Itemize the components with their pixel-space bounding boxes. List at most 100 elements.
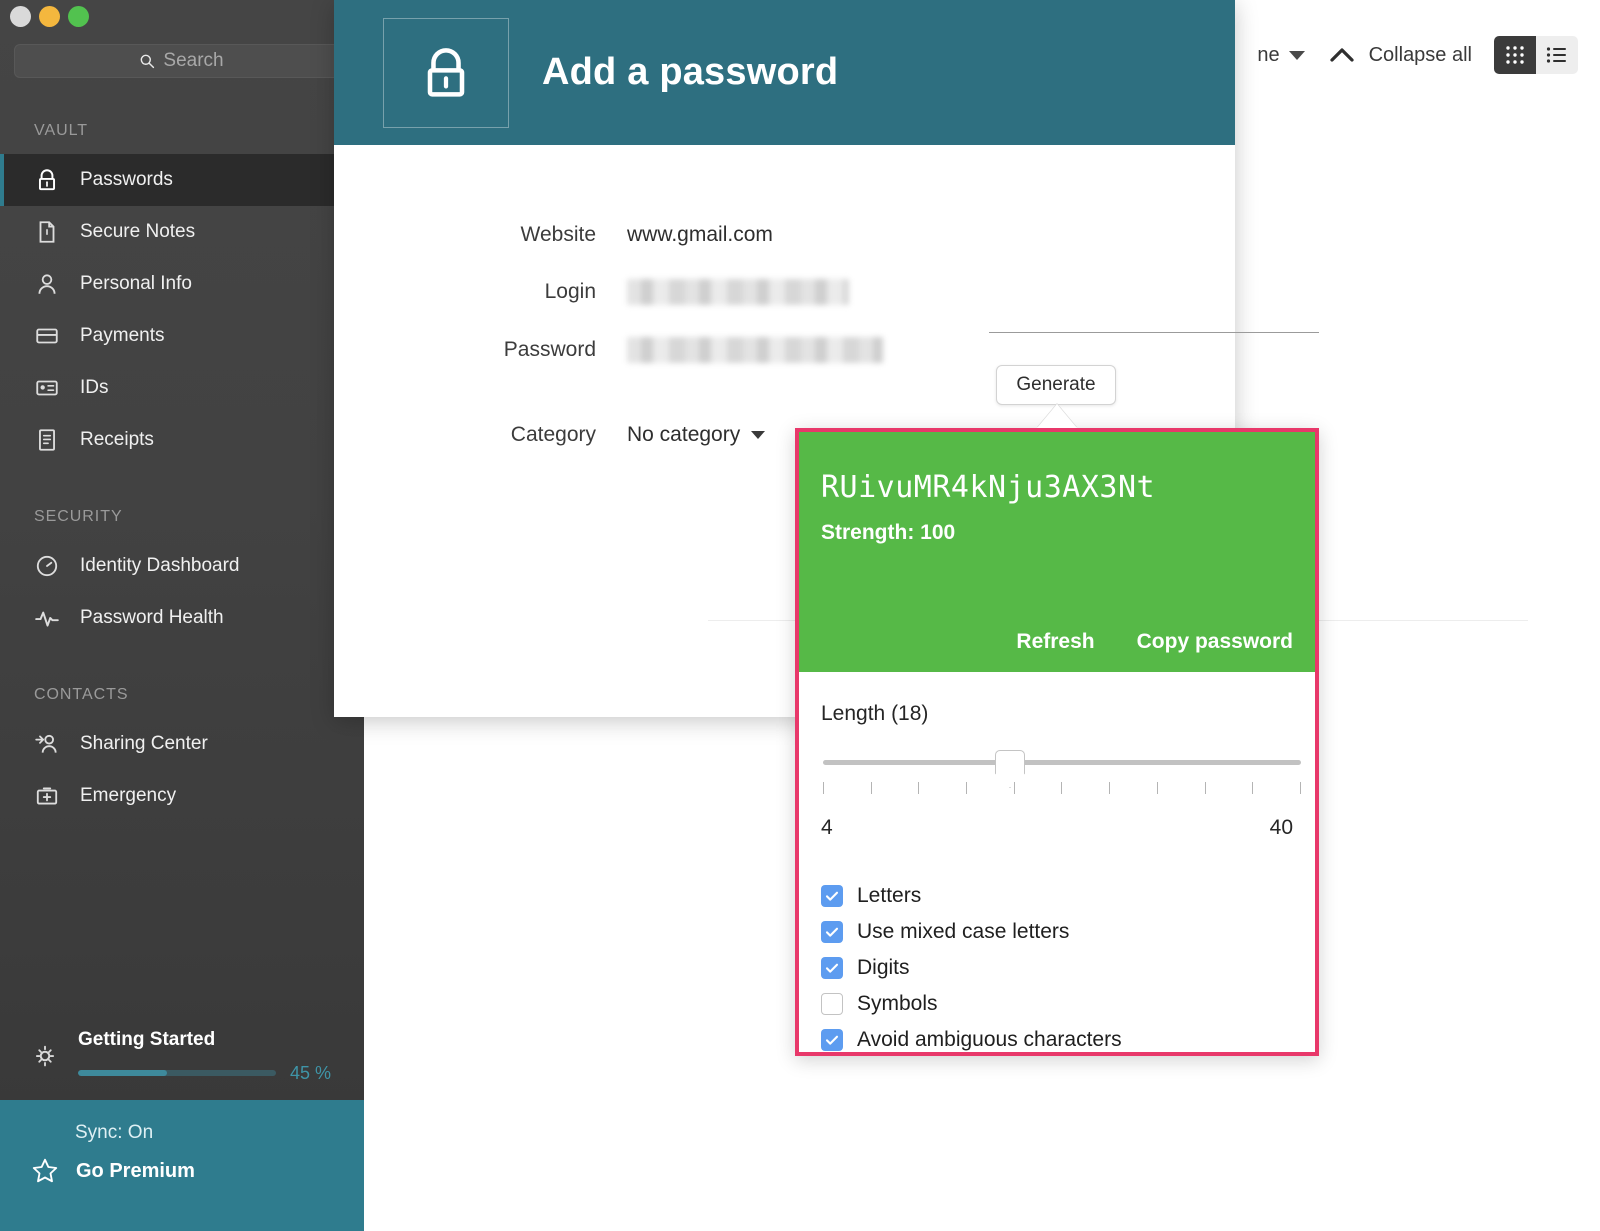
password-label: Password — [503, 338, 596, 361]
dialog-title: Add a password — [542, 51, 839, 93]
copy-password-button[interactable]: Copy password — [1137, 630, 1293, 654]
generator-option-label: Avoid ambiguous characters — [857, 1028, 1122, 1051]
password-strength: Strength: 100 — [821, 521, 956, 544]
sidebar-item-payments[interactable]: Payments — [0, 310, 364, 362]
dialog-header: Add a password — [334, 0, 1235, 145]
generator-option-label: Digits — [857, 956, 910, 979]
sidebar-item-personal-info[interactable]: Personal Info — [0, 258, 364, 310]
check-icon — [825, 927, 839, 937]
main-window: ne Collapse all Search VAULT Passwords S… — [0, 0, 1600, 1231]
premium-footer[interactable]: Sync: On Go Premium — [0, 1100, 364, 1231]
minimize-button[interactable] — [39, 6, 60, 27]
slider-tick — [1061, 782, 1063, 794]
sort-label: ne — [1257, 43, 1280, 66]
generate-button[interactable]: Generate — [996, 365, 1116, 405]
check-icon — [825, 1035, 839, 1045]
website-label: Website — [520, 223, 596, 246]
popover-pointer — [1037, 404, 1077, 428]
category-value: No category — [627, 423, 741, 446]
slider-tick — [1156, 782, 1158, 794]
generated-password[interactable]: RUivuMR4kNju3AX3Nt — [821, 470, 1293, 505]
star-icon — [32, 1158, 58, 1183]
generator-option[interactable]: Use mixed case letters — [821, 920, 1293, 944]
range-min-label: 4 — [821, 816, 833, 839]
receipt-icon — [34, 427, 60, 453]
generator-option[interactable]: Symbols — [821, 992, 1293, 1016]
slider-tick — [1204, 782, 1206, 794]
slider-tick — [1252, 782, 1254, 794]
checkbox-letters[interactable] — [821, 885, 843, 907]
sidebar-item-password-health[interactable]: Password Health — [0, 592, 364, 644]
generator-option[interactable]: Letters — [821, 884, 1293, 908]
sidebar-item-emergency[interactable]: Emergency — [0, 770, 364, 822]
sidebar-group-vault: Passwords Secure Notes Personal Info Pay… — [0, 154, 364, 466]
sidebar-item-label: IDs — [80, 377, 109, 398]
sidebar-item-receipts[interactable]: Receipts — [0, 414, 364, 466]
range-max-label: 40 — [1269, 816, 1293, 839]
field-row-login: Login — [334, 279, 1235, 305]
id-card-icon — [34, 375, 60, 401]
sidebar-item-ids[interactable]: IDs — [0, 362, 364, 414]
sidebar-item-sharing-center[interactable]: Sharing Center — [0, 718, 364, 770]
lock-icon — [34, 167, 60, 193]
grid-view-button[interactable] — [1494, 36, 1536, 74]
generator-option-label: Letters — [857, 884, 922, 907]
category-select[interactable]: No category — [627, 423, 766, 447]
slider-tick — [918, 782, 920, 794]
sidebar-item-label: Identity Dashboard — [80, 555, 240, 576]
checkbox-symbols[interactable] — [821, 993, 843, 1015]
checkbox-use-mixed-case-letters[interactable] — [821, 921, 843, 943]
search-input[interactable]: Search — [14, 44, 349, 78]
password-value-masked[interactable] — [627, 337, 883, 363]
sidebar-group-security: Identity Dashboard Password Health — [0, 540, 364, 644]
generator-settings: Length (18) 4 40 Letters Use mixed case l… — [799, 672, 1315, 1052]
grid-view-icon — [1506, 46, 1524, 64]
slider-tick — [1299, 782, 1301, 794]
website-value[interactable]: www.gmail.com — [627, 223, 773, 247]
sidebar-item-passwords[interactable]: Passwords — [0, 154, 364, 206]
checkbox-avoid-ambiguous-characters[interactable] — [821, 1029, 843, 1051]
share-person-icon — [34, 731, 60, 757]
generator-option[interactable]: Digits — [821, 956, 1293, 980]
app-root: ne Collapse all Search VAULT Passwords S… — [0, 0, 1600, 1231]
refresh-button[interactable]: Refresh — [1016, 630, 1094, 654]
person-icon — [34, 271, 60, 297]
go-premium-label: Go Premium — [76, 1159, 195, 1182]
generator-preview: RUivuMR4kNju3AX3Nt Strength: 100 Refresh… — [799, 432, 1315, 672]
length-slider[interactable] — [821, 750, 1301, 808]
sidebar-section-security: SECURITY — [34, 508, 123, 525]
getting-started[interactable]: Getting Started 45 % — [0, 1012, 364, 1100]
sidebar-item-secure-notes[interactable]: Secure Notes — [0, 206, 364, 258]
slider-tick — [870, 782, 872, 794]
sidebar-section-contacts: CONTACTS — [34, 686, 129, 703]
sidebar-item-label: Personal Info — [80, 273, 192, 294]
password-field-underline — [989, 332, 1319, 333]
sidebar-item-label: Receipts — [80, 429, 154, 450]
slider-range-labels: 4 40 — [821, 816, 1293, 840]
getting-started-progress — [78, 1070, 276, 1076]
generator-option[interactable]: Avoid ambiguous characters — [821, 1028, 1293, 1052]
card-icon — [34, 323, 60, 349]
collapse-all-button[interactable]: Collapse all — [1327, 40, 1472, 70]
zoom-button[interactable] — [68, 6, 89, 27]
checkbox-digits[interactable] — [821, 957, 843, 979]
category-label: Category — [510, 423, 596, 446]
slider-tick — [823, 782, 824, 794]
list-view-button[interactable] — [1536, 36, 1578, 74]
sync-status: Sync: On — [75, 1122, 154, 1143]
sidebar-item-label: Password Health — [80, 607, 224, 628]
collapse-all-label: Collapse all — [1368, 43, 1472, 66]
sort-dropdown[interactable]: ne — [1257, 43, 1305, 67]
emergency-kit-icon — [34, 783, 60, 809]
generator-option-label: Symbols — [857, 992, 938, 1015]
sidebar-item-identity-dashboard[interactable]: Identity Dashboard — [0, 540, 364, 592]
login-label: Login — [544, 280, 596, 303]
sidebar-item-label: Sharing Center — [80, 733, 208, 754]
lightbulb-icon — [35, 1045, 55, 1067]
close-button[interactable] — [10, 6, 31, 27]
slider-tick — [1013, 782, 1015, 794]
view-toggle-group — [1494, 36, 1578, 74]
pulse-icon — [34, 605, 60, 631]
sidebar-item-label: Emergency — [80, 785, 177, 806]
login-value-masked[interactable] — [627, 279, 849, 305]
